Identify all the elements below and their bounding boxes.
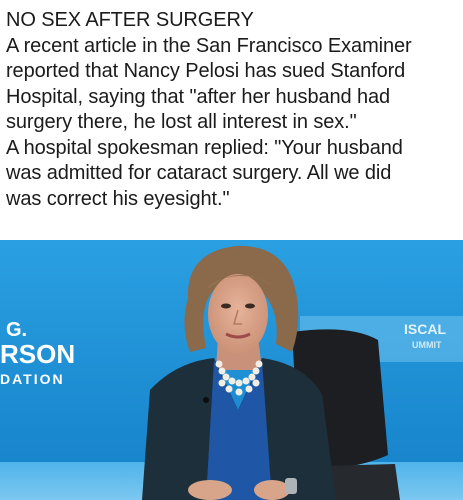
caption-line: was admitted for cataract surgery. All w…: [6, 162, 392, 184]
caption-title: NO SEX AFTER SURGERY: [6, 9, 254, 31]
wristwatch: [285, 478, 297, 494]
backdrop-panel-line: ISCAL: [404, 321, 446, 337]
caption-line: surgery there, he lost all interest in s…: [6, 111, 357, 133]
backdrop-logo-line: DATION: [0, 371, 65, 387]
meme-image: NO SEX AFTER SURGERY A recent article in…: [0, 0, 463, 500]
backdrop-logo-line: G.: [6, 319, 27, 341]
face: [208, 274, 268, 354]
caption-line: reported that Nancy Pelosi has sued Stan…: [6, 60, 406, 82]
caption-line: Hospital, saying that "after her husband…: [6, 85, 391, 108]
caption-line: A recent article in the San Francisco Ex…: [6, 34, 412, 57]
caption-text-block: NO SEX AFTER SURGERY A recent article in…: [0, 0, 463, 240]
backdrop-logo-line: RSON: [0, 339, 75, 369]
caption-line: was correct his eyesight.": [6, 187, 230, 210]
photo: G. RSON DATION ISCAL UMMIT: [0, 240, 463, 500]
backdrop-panel-line: UMMIT: [412, 340, 442, 350]
hand: [254, 480, 290, 500]
left-eye: [221, 303, 231, 309]
lapel-microphone: [203, 397, 209, 403]
caption-line: A hospital spokesman replied: "Your husb…: [6, 136, 403, 159]
right-eye: [245, 303, 255, 309]
hand: [188, 480, 232, 500]
photo-illustration: G. RSON DATION ISCAL UMMIT: [0, 240, 463, 500]
